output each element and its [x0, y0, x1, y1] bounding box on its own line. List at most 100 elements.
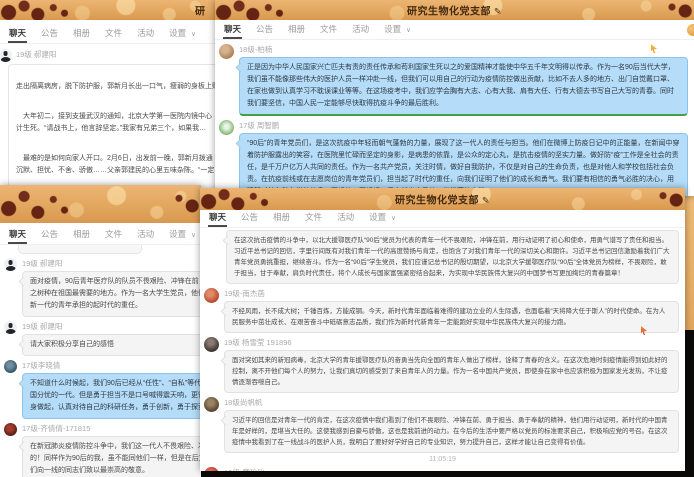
avatar[interactable]: [0, 49, 12, 62]
avatar[interactable]: [204, 397, 219, 412]
chat-window-bottom-right: 研究生物化党支部✎ 聊天 公告 相册 文件 活动 设置 ∨ 在这次抗击疫情的斗争…: [200, 188, 685, 471]
tab-chat[interactable]: 聊天: [8, 27, 27, 43]
avatar[interactable]: [4, 423, 17, 436]
tab-albums[interactable]: 相册: [72, 27, 91, 43]
avatar[interactable]: [204, 467, 219, 471]
tab-albums[interactable]: 相册: [72, 228, 91, 244]
chat-message: 19级-章珆珆 国有难，须自强。青年人，犹当先！抗疫一线的“90后”与我们是同龄…: [204, 466, 679, 471]
chat-message: 19级-南杰菡 不经风雨，长不成大树；千锤百炼，方能成钢。今天，新时代青年面临着…: [204, 287, 679, 333]
tab-files[interactable]: 文件: [104, 27, 123, 43]
chat-message: 19级 郝建阳 面对疫情，90后青年医疗队的队员不畏艰险、冲锋在前，让我 之树种…: [4, 257, 195, 317]
chat-message: 19级 杨雪莹 191896 面对突如其来的新冠病毒，北京大学的青年援鄂医疗队的…: [204, 336, 679, 393]
sender-name: 19级-南杰菡: [224, 288, 679, 299]
chat-window-bottom-left: 聊天 公告 相册 文件 活动 设置 ∨ 19级 郝建阳 面对疫情，90后青年医疗…: [0, 185, 201, 477]
message-bubble: 面对突如其来的新冠病毒，北京大学的青年援鄂医疗队的奋勇当先向全国的青年人做出了榜…: [224, 350, 679, 393]
chat-content: 18级-柏楠 正是因为中华人民国家兴亡匹夫有责的责任传承和苟利国家生死以之的爱国…: [215, 40, 694, 196]
tab-albums[interactable]: 相册: [272, 211, 291, 227]
sender-name: 17级-齐倩倩-171815: [22, 423, 195, 434]
edit-icon[interactable]: ✎: [482, 196, 490, 206]
tab-albums[interactable]: 相册: [287, 23, 306, 39]
screen: 研 聊天 公告 相册 文件 活动 设置 ∨ 19级 郝建阳 走出隔离病房，脱下防…: [0, 0, 694, 477]
group-banner: 研: [0, 0, 217, 20]
group-title: 研: [0, 3, 217, 18]
chat-window-top-right: 研究生物化党支部✎ 聊天 公告 相册 文件 活动 设置 ∨ 18级-柏楠 正是因…: [215, 0, 694, 196]
message-bubble: 请大家积极分享自己的感悟: [22, 334, 201, 356]
avatar[interactable]: [4, 360, 17, 373]
tab-announcements[interactable]: 公告: [40, 228, 59, 244]
partial-bubble: [18, 245, 142, 254]
banner-artwork: [161, 185, 201, 223]
group-title-text: 研究生物化党支部: [407, 7, 491, 18]
chat-content: 在这次抗击疫情的斗争中，以北大援鄂医疗队“90后”党员为代表的青年一代不畏艰险，…: [200, 228, 685, 471]
avatar[interactable]: [4, 258, 17, 271]
banner-artwork: [0, 185, 86, 223]
avatar[interactable]: [204, 337, 219, 352]
background-banner-sliver: [685, 188, 694, 330]
chat-window-top-left: 研 聊天 公告 相册 文件 活动 设置 ∨ 19级 郝建阳 走出隔离病房，脱下防…: [0, 0, 217, 190]
group-title-text: 研究生物化党支部: [395, 196, 479, 207]
message-bubble: 走出隔离病房，脱下防护服，郭新月长出一口气，瘦弱的身板上贴 大年初二，接到支援武…: [8, 64, 217, 190]
tab-bar: 聊天 公告 相册 文件 活动 设置 ∨: [0, 20, 217, 44]
chat-message: 17级-齐倩倩-171815 在新冠肺炎疫情防控斗争中，我们这一代人不畏艰险、冲…: [4, 422, 195, 477]
chat-message: 19级 郝建阳 请大家积极分享自己的感悟: [4, 320, 195, 356]
group-banner: [0, 185, 201, 223]
edit-icon[interactable]: ✎: [494, 7, 502, 17]
sender-name: 19级 杨雪莹 191896: [224, 337, 679, 348]
chevron-down-icon: ∨: [191, 30, 196, 43]
chat-message-header: 19级 郝建阳: [1, 48, 217, 62]
tab-settings[interactable]: 设置: [168, 228, 187, 244]
tab-files[interactable]: 文件: [104, 228, 123, 244]
avatar[interactable]: [219, 120, 234, 135]
chevron-down-icon: ∨: [406, 26, 411, 39]
chevron-down-icon: ∨: [391, 214, 396, 227]
group-title: 研究生物化党支部✎: [215, 3, 694, 18]
tab-bar: 聊天 公告 相册 文件 活动 设置 ∨: [215, 20, 694, 40]
tab-settings[interactable]: 设置: [383, 23, 402, 39]
sender-name: 18级尚帆帆: [224, 397, 679, 408]
message-paragraph: 走出隔离病房，脱下防护服，郭新月长出一口气，瘦弱的身板上贴: [16, 81, 217, 93]
tab-settings[interactable]: 设置: [368, 211, 387, 227]
tab-chat[interactable]: 聊天: [223, 23, 242, 39]
chevron-down-icon: ∨: [191, 231, 196, 244]
chat-content: 19级 郝建阳 走出隔离病房，脱下防护服，郭新月长出一口气，瘦弱的身板上贴 大年…: [0, 44, 217, 190]
group-title-text: 研: [195, 7, 206, 18]
tab-announcements[interactable]: 公告: [40, 27, 59, 43]
group-banner: 研究生物化党支部✎: [200, 188, 685, 210]
tab-activities[interactable]: 活动: [336, 211, 355, 227]
tab-announcements[interactable]: 公告: [255, 23, 274, 39]
message-bubble: 面对疫情，90后青年医疗队的队员不畏艰险、冲锋在前，让我 之树种在祖国最需要的地…: [22, 271, 201, 317]
avatar[interactable]: [4, 321, 17, 334]
tab-activities[interactable]: 活动: [351, 23, 370, 39]
tab-activities[interactable]: 活动: [136, 228, 155, 244]
group-banner: 研究生物化党支部✎: [215, 0, 694, 20]
orange-dot-indicator: [687, 24, 694, 36]
banner-bokeh: [0, 185, 201, 223]
sender-name: 17级 周智鹏: [239, 120, 688, 131]
tab-announcements[interactable]: 公告: [240, 211, 259, 227]
message-bubble: 在新冠肺炎疫情防控斗争中，我们这一代人不畏艰险、冲锋在 的！同样作为90后的我，…: [22, 436, 201, 477]
message-bubble: 正是因为中华人民国家兴亡匹夫有责的责任传承和苟利国家生死以之的爱国精神才能使中华…: [239, 57, 688, 116]
message-bubble: 不经风雨，长不成大树；千锤百炼，方能成钢。今天，新时代青年面临着难得的建功立业的…: [224, 301, 679, 333]
sender-name: 19级 郝建阳: [22, 321, 195, 332]
tab-activities[interactable]: 活动: [136, 27, 155, 43]
tab-settings[interactable]: 设置: [168, 27, 187, 43]
message-paragraph: 大年初二，接到支援武汉的通知，北京大学第一医院内镜中心 计生死。“请战书上，他言…: [16, 111, 217, 135]
message-bubble: 习近平的回信是对青年一代的肯定，在这次疫情中我们看到了他们不畏艰险、冲锋在前、勇…: [224, 410, 679, 453]
message-bubble: 不知道什么时候起，我们90后已经从“任性”、“自私”等代名 国分忧的一代。但是勇…: [22, 373, 201, 419]
chat-message: 17级 周智鹏 “90后”的青年党员们，是这次抗疫中年轻而朝气蓬勃的力量，展现了…: [219, 119, 688, 196]
avatar[interactable]: [219, 44, 234, 59]
sender-name: 19级 郝建阳: [22, 258, 195, 269]
chat-message: 18级-柏楠 正是因为中华人民国家兴亡匹夫有责的责任传承和苟利国家生死以之的爱国…: [219, 43, 688, 116]
message-paragraph: 最难的是如何向家人开口。2月6日，出发前一晚，郭新月拨通 沉默、担忧、不舍、骄傲…: [16, 153, 217, 177]
tab-chat[interactable]: 聊天: [8, 228, 27, 244]
tab-bar: 聊天 公告 相册 文件 活动 设置 ∨: [200, 210, 685, 228]
timestamp: 11:05:19: [200, 456, 685, 463]
group-title: 研究生物化党支部✎: [200, 192, 685, 207]
chat-message: 18级尚帆帆 习近平的回信是对青年一代的肯定，在这次疫情中我们看到了他们不畏艰险…: [204, 396, 679, 453]
tab-files[interactable]: 文件: [304, 211, 323, 227]
sender-name: 19级 郝建阳: [16, 49, 56, 60]
tab-chat[interactable]: 聊天: [208, 211, 227, 227]
tab-bar: 聊天 公告 相册 文件 活动 设置 ∨: [0, 223, 201, 245]
avatar[interactable]: [204, 288, 219, 303]
tab-files[interactable]: 文件: [319, 23, 338, 39]
